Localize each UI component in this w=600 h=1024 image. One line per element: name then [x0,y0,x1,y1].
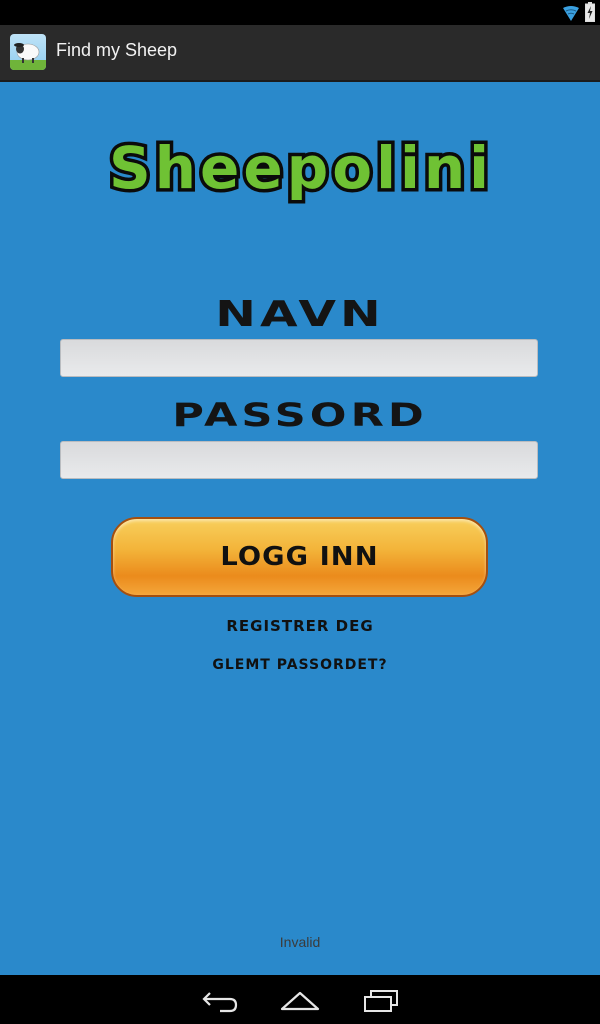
username-label: NAVN [215,294,385,335]
login-button[interactable]: LOGG INN [111,517,488,597]
battery-charging-icon [585,2,595,22]
screen: Find my Sheep Sheepolini NAVN PASSORD LO… [0,0,600,1024]
sheep-app-icon[interactable] [10,34,46,70]
wifi-icon [563,6,579,21]
back-icon[interactable] [196,985,244,1015]
password-label: PASSORD [172,396,428,434]
password-input[interactable] [60,441,538,479]
recent-apps-icon[interactable] [357,985,405,1015]
home-icon[interactable] [276,985,324,1015]
app-title: Find my Sheep [56,40,178,60]
register-link[interactable]: REGISTRER DEG [0,617,600,635]
logo-text: Sheepolini [109,134,493,202]
username-input[interactable] [60,339,538,377]
login-screen: Sheepolini NAVN PASSORD LOGG INN REGISTR… [0,82,600,975]
navigation-bar [0,975,600,1024]
sheepolini-logo: Sheepolini [105,131,493,206]
login-button-label: LOGG INN [220,542,379,572]
forgot-password-link[interactable]: GLEMT PASSORDET? [0,657,600,673]
status-bar [0,0,600,25]
status-message: Invalid [279,934,321,950]
action-bar: Find my Sheep [0,25,600,82]
